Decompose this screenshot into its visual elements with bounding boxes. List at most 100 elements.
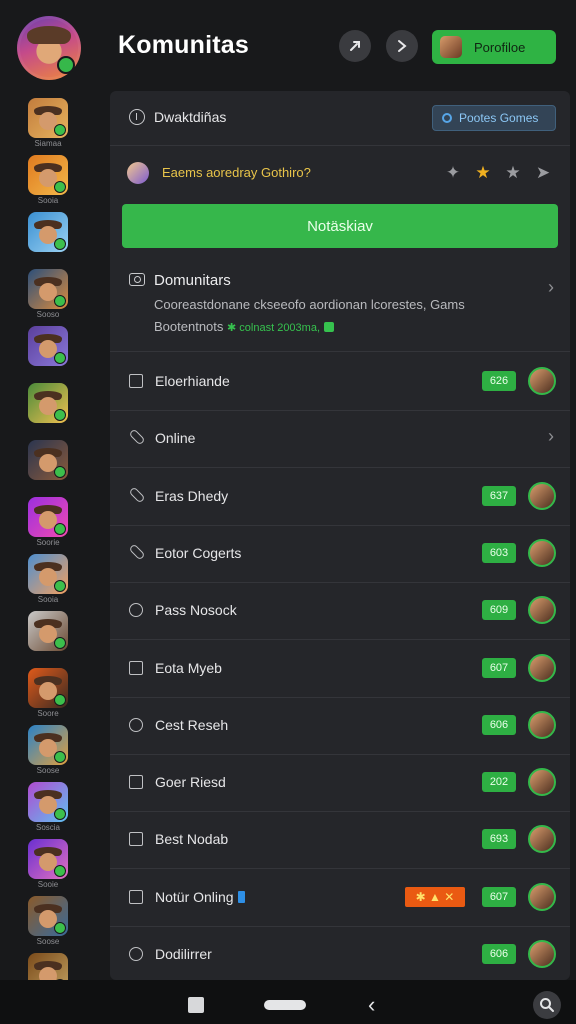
list-item-text: Eloerhiande	[155, 373, 230, 389]
list-item-text: Pass Nosock	[155, 602, 237, 618]
list-item-label: Eotor Cogerts	[155, 545, 241, 561]
pin-icon[interactable]: ✦	[444, 164, 462, 182]
user-avatar[interactable]	[528, 654, 556, 682]
count-badge: 637	[482, 486, 516, 506]
check-icon	[54, 865, 66, 877]
sidebar-game-2[interactable]	[28, 155, 68, 195]
sidebar-game-10[interactable]	[28, 611, 68, 651]
recent-apps-button[interactable]	[188, 997, 204, 1013]
sidebar-game-5[interactable]	[28, 326, 68, 366]
list-item[interactable]: Eotor Cogerts 603	[110, 525, 570, 583]
check-icon	[54, 238, 66, 250]
list-item[interactable]: Goer Riesd 202	[110, 754, 570, 812]
user-avatar[interactable]	[528, 711, 556, 739]
sidebar-game-7[interactable]	[28, 440, 68, 480]
clip-icon	[128, 543, 146, 561]
star-highlight-icon[interactable]: ★	[474, 164, 492, 182]
search-button[interactable]	[533, 991, 561, 1019]
user-avatar[interactable]	[528, 825, 556, 853]
count-badge: 607	[482, 658, 516, 678]
checkbox-icon	[129, 661, 143, 675]
page-title: Komunitas	[118, 31, 249, 59]
list-item[interactable]: Dodilirrer 606	[110, 926, 570, 980]
user-avatar[interactable]	[528, 367, 556, 395]
profile-avatar[interactable]	[17, 16, 81, 80]
sidebar-game-9[interactable]	[28, 554, 68, 594]
user-avatar[interactable]	[528, 539, 556, 567]
notification-cta-button[interactable]: Notäskiav	[122, 204, 558, 248]
sidebar-game-12[interactable]	[28, 725, 68, 765]
send-icon[interactable]: ➤	[534, 164, 552, 182]
count-badge: 607	[482, 887, 516, 907]
profile-button[interactable]: Porofiloe	[432, 30, 556, 64]
section-description: Cooreastdonane ckseeofo aordionan lcores…	[154, 297, 465, 312]
sidebar-game-4[interactable]	[28, 269, 68, 309]
sidebar-game-8[interactable]	[28, 497, 68, 537]
forward-button[interactable]	[386, 30, 418, 62]
sidebar-game-caption: Sooia	[37, 196, 59, 205]
list-item[interactable]: Pass Nosock 609	[110, 582, 570, 640]
dashboard-label: Dwaktdiñas	[154, 109, 227, 125]
list-item-label: Goer Riesd	[155, 774, 226, 790]
list-item-text: Eras Dhedy	[155, 488, 229, 504]
check-icon	[54, 409, 66, 421]
home-button[interactable]	[264, 1000, 306, 1010]
sidebar-game-1[interactable]	[28, 98, 68, 138]
list-item[interactable]: Best Nodab 693	[110, 811, 570, 869]
list-item-text: Notür Onling	[155, 889, 234, 905]
app-header: Komunitas Porofiloe	[0, 0, 576, 92]
user-avatar[interactable]	[528, 883, 556, 911]
sidebar-game-15[interactable]	[28, 896, 68, 936]
avatar-hat	[27, 26, 71, 44]
user-avatar[interactable]	[528, 596, 556, 624]
count-badge: 606	[482, 715, 516, 735]
list-item[interactable]: Cest Reseh 606	[110, 697, 570, 755]
profile-mini-avatar	[440, 36, 462, 58]
check-icon	[54, 181, 66, 193]
list-item-text: Eota Myeb	[155, 660, 222, 676]
list-item-label: Eota Myeb	[155, 660, 222, 676]
post-games-button[interactable]: Pootes Gomes	[432, 105, 556, 131]
sidebar-game-caption: Sooie	[37, 880, 59, 889]
sidebar-game-caption: Soose	[36, 937, 60, 946]
list-item[interactable]: Eota Myeb 607	[110, 640, 570, 698]
list-item[interactable]: Eras Dhedy 637	[110, 468, 570, 526]
lock-icon	[324, 322, 335, 332]
pin-button[interactable]	[339, 30, 371, 62]
chevron-right-icon	[398, 40, 407, 52]
sidebar-game-13[interactable]	[28, 782, 68, 822]
reaction-icons: ✦ ★ ★ ➤	[444, 164, 552, 182]
list-item[interactable]: Eloerhiande 626	[110, 353, 570, 411]
community-section[interactable]: Domunitars Cooreastdonane ckseeofo aordi…	[110, 259, 570, 352]
list-item-label: Online	[155, 430, 195, 446]
check-icon	[54, 295, 66, 307]
checkbox-icon	[129, 775, 143, 789]
sidebar-game-11[interactable]	[28, 668, 68, 708]
sidebar-game-caption: Soorie	[36, 538, 60, 547]
search-icon	[540, 998, 554, 1012]
sidebar-game-3[interactable]	[28, 212, 68, 252]
list-item-label: Eloerhiande	[155, 373, 230, 389]
sidebar-game-caption: Soscia	[35, 823, 60, 832]
user-avatar[interactable]	[528, 482, 556, 510]
check-icon	[54, 637, 66, 649]
clip-icon	[128, 428, 146, 446]
pin-icon	[350, 41, 360, 51]
list-item[interactable]: Notür Onling ✱ ▲ ✕ 607	[110, 869, 570, 927]
user-avatar[interactable]	[528, 940, 556, 968]
list-item-label: Best Nodab	[155, 831, 228, 847]
list-item-text: Goer Riesd	[155, 774, 226, 790]
star-icon[interactable]: ★	[504, 164, 522, 182]
back-button[interactable]: ‹	[368, 994, 375, 1016]
chevron-right-icon: ›	[548, 277, 554, 297]
list-item-label: Eras Dhedy	[155, 488, 228, 504]
online-check-icon	[57, 56, 75, 74]
check-icon	[54, 466, 66, 478]
checkbox-icon	[129, 832, 143, 846]
count-badge: 626	[482, 371, 516, 391]
user-avatar[interactable]	[528, 768, 556, 796]
list-item[interactable]: Online ›	[110, 410, 570, 468]
sidebar-game-6[interactable]	[28, 383, 68, 423]
ring-icon	[442, 113, 452, 123]
sidebar-game-14[interactable]	[28, 839, 68, 879]
